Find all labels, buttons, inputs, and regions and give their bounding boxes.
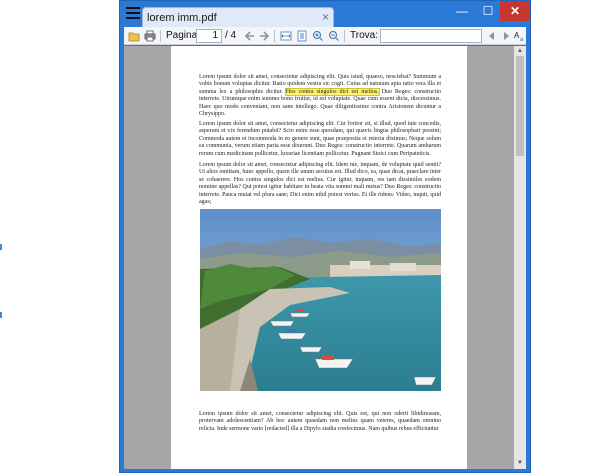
document-tab[interactable]: lorem imm.pdf × <box>142 7 334 28</box>
desktop-edge <box>0 0 4 473</box>
paragraph-4: Lorem ipsum dolor sit amet, consectetur … <box>199 411 441 432</box>
toolbar-separator <box>160 30 161 42</box>
paragraph-3: Lorem ipsum dolor sit amet, consectetur … <box>199 162 441 206</box>
svg-text:a: a <box>520 37 524 42</box>
prev-page-icon[interactable] <box>244 30 256 42</box>
hamburger-menu-icon[interactable] <box>126 7 140 21</box>
close-window-button[interactable]: ✕ <box>500 1 530 21</box>
title-bar: lorem imm.pdf × — ☐ ✕ <box>120 1 530 28</box>
search-highlight: Hos contra singulos dici est melius. <box>284 87 380 96</box>
close-tab-icon[interactable]: × <box>322 10 329 24</box>
scroll-thumb[interactable] <box>516 56 524 156</box>
fit-width-icon[interactable] <box>280 30 292 42</box>
toolbar-separator <box>344 30 345 42</box>
document-viewport[interactable]: Lorem ipsum dolor sit amet, consectetur … <box>124 46 526 469</box>
pdf-page: Lorem ipsum dolor sit amet, consectetur … <box>171 46 467 469</box>
page-number-input[interactable]: 1 <box>196 29 222 43</box>
toolbar: Pagina: 1 / 4 Trova: A a <box>124 27 526 45</box>
find-prev-icon[interactable] <box>486 30 498 42</box>
search-input[interactable] <box>380 29 482 43</box>
match-case-icon[interactable]: A a <box>514 30 526 42</box>
vertical-scrollbar[interactable]: ▲ ▼ <box>514 46 526 469</box>
search-label: Trova: <box>350 30 378 41</box>
zoom-in-icon[interactable] <box>312 30 324 42</box>
page-label: Pagina: <box>166 30 200 41</box>
next-page-icon[interactable] <box>258 30 270 42</box>
tab-title: lorem imm.pdf <box>147 12 217 24</box>
scroll-up-icon[interactable]: ▲ <box>514 46 526 56</box>
scroll-down-icon[interactable]: ▼ <box>514 458 526 468</box>
desktop-mark <box>0 312 2 318</box>
zoom-out-icon[interactable] <box>328 30 340 42</box>
maximize-button[interactable]: ☐ <box>474 1 502 21</box>
paragraph-2: Lorem ipsum dolor sit amet, consectetur … <box>199 121 441 157</box>
fit-page-icon[interactable] <box>296 30 308 42</box>
find-next-icon[interactable] <box>500 30 512 42</box>
page-total: / 4 <box>225 30 237 41</box>
desktop-mark <box>0 244 2 250</box>
paragraph-1: Lorem ipsum dolor sit amet, consectetur … <box>199 74 441 118</box>
print-icon[interactable] <box>144 30 156 42</box>
pdf-viewer-window: lorem imm.pdf × — ☐ ✕ Pagina: 1 / 4 Trov… <box>119 0 531 473</box>
open-icon[interactable] <box>128 30 140 42</box>
minimize-button[interactable]: — <box>448 1 476 21</box>
harbor-photo <box>200 209 441 391</box>
toolbar-separator <box>274 30 275 42</box>
